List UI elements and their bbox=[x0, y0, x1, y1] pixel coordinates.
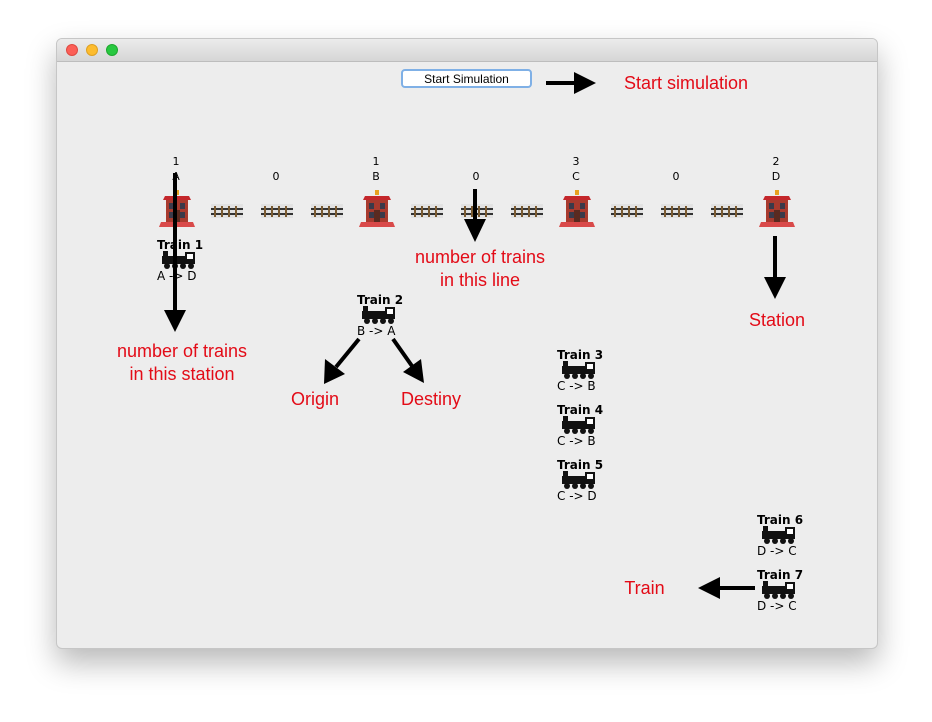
arrow-destiny-icon bbox=[391, 337, 424, 383]
arrow-train-icon bbox=[698, 577, 755, 599]
arrow-station-count-icon bbox=[164, 173, 186, 332]
arrow-line-count-icon bbox=[464, 189, 486, 242]
arrow-station-icon bbox=[764, 236, 786, 299]
arrow-to-start-label-icon bbox=[546, 72, 596, 94]
arrow-origin-icon bbox=[324, 337, 361, 384]
app-window: Start Simulation 1 A 0 1 B 0 3 C 0 2 D bbox=[56, 38, 878, 649]
annotation-arrows bbox=[164, 72, 786, 599]
simulation-canvas: Start Simulation 1 A 0 1 B 0 3 C 0 2 D bbox=[57, 39, 877, 648]
